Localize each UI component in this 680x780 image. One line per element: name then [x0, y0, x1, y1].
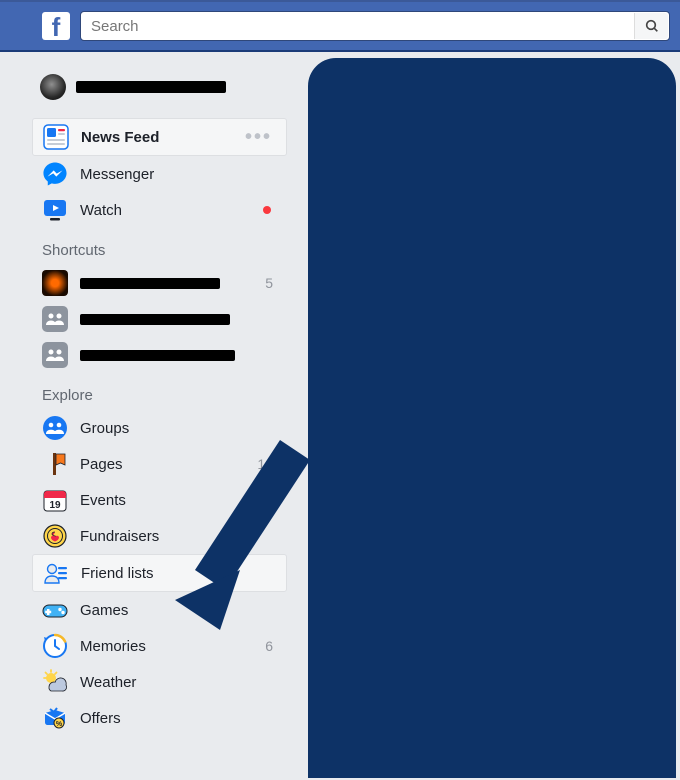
- search-field[interactable]: [80, 11, 670, 41]
- fundraisers-icon: [42, 523, 68, 549]
- nav-count: 1: [265, 492, 277, 508]
- nav-label: Watch: [80, 202, 251, 219]
- nav-label: Events: [80, 492, 253, 509]
- offers-icon: %: [42, 705, 68, 731]
- profile-name-redacted: [76, 81, 226, 93]
- pages-icon: [42, 451, 68, 477]
- shortcut-icon: [42, 270, 68, 296]
- shortcut-label-redacted: [80, 278, 220, 289]
- shortcut-label-redacted: [80, 314, 230, 325]
- nav-pages[interactable]: Pages 14: [32, 446, 287, 482]
- shortcut-item[interactable]: [32, 301, 287, 337]
- messenger-icon: [42, 161, 68, 187]
- options-icon[interactable]: •••: [245, 126, 276, 149]
- group-icon: [42, 342, 68, 368]
- group-icon: [42, 306, 68, 332]
- nav-label: Weather: [80, 674, 277, 691]
- news-feed-icon: [43, 124, 69, 150]
- friend-lists-icon: [43, 560, 69, 586]
- nav-offers[interactable]: % Offers: [32, 700, 287, 736]
- nav-label: News Feed: [81, 129, 233, 146]
- profile-link[interactable]: [32, 70, 287, 104]
- nav-fundraisers[interactable]: Fundraisers: [32, 518, 287, 554]
- nav-watch[interactable]: Watch: [32, 192, 287, 228]
- search-input[interactable]: [91, 18, 634, 35]
- games-icon: [42, 597, 68, 623]
- nav-label: Offers: [80, 710, 277, 727]
- left-sidebar: News Feed ••• Messenger Watch Shortcuts …: [32, 70, 287, 736]
- weather-icon: [42, 669, 68, 695]
- shortcut-count: 5: [265, 275, 277, 291]
- nav-events[interactable]: 19 Events 1: [32, 482, 287, 518]
- nav-count: 14: [257, 456, 277, 472]
- explore-header: Explore: [32, 373, 287, 410]
- nav-groups[interactable]: Groups: [32, 410, 287, 446]
- search-icon: [644, 18, 660, 34]
- svg-text:19: 19: [49, 500, 61, 511]
- nav-label: Pages: [80, 456, 245, 473]
- search-button[interactable]: [634, 13, 668, 39]
- memories-icon: [42, 633, 68, 659]
- nav-weather[interactable]: Weather: [32, 664, 287, 700]
- avatar: [40, 74, 66, 100]
- shortcut-item[interactable]: [32, 337, 287, 373]
- nav-label: Messenger: [80, 166, 277, 183]
- nav-label: Fundraisers: [80, 528, 277, 545]
- nav-memories[interactable]: Memories 6: [32, 628, 287, 664]
- shortcut-item[interactable]: 5: [32, 265, 287, 301]
- watch-icon: [42, 197, 68, 223]
- groups-icon: [42, 415, 68, 441]
- nav-count: 6: [265, 638, 277, 654]
- nav-label: Memories: [80, 638, 253, 655]
- nav-news-feed[interactable]: News Feed •••: [32, 118, 287, 156]
- shortcut-label-redacted: [80, 350, 235, 361]
- nav-label: Friend lists: [81, 565, 276, 582]
- nav-label: Groups: [80, 420, 277, 437]
- notification-dot: [263, 206, 271, 214]
- nav-friend-lists[interactable]: Friend lists: [32, 554, 287, 592]
- facebook-logo[interactable]: f: [42, 12, 70, 40]
- main-content-redacted: [308, 58, 676, 778]
- shortcuts-header: Shortcuts: [32, 228, 287, 265]
- nav-label: Games: [80, 602, 277, 619]
- nav-messenger[interactable]: Messenger: [32, 156, 287, 192]
- top-bar: f: [0, 0, 680, 52]
- events-icon: 19: [42, 487, 68, 513]
- nav-games[interactable]: Games: [32, 592, 287, 628]
- svg-text:%: %: [56, 721, 63, 728]
